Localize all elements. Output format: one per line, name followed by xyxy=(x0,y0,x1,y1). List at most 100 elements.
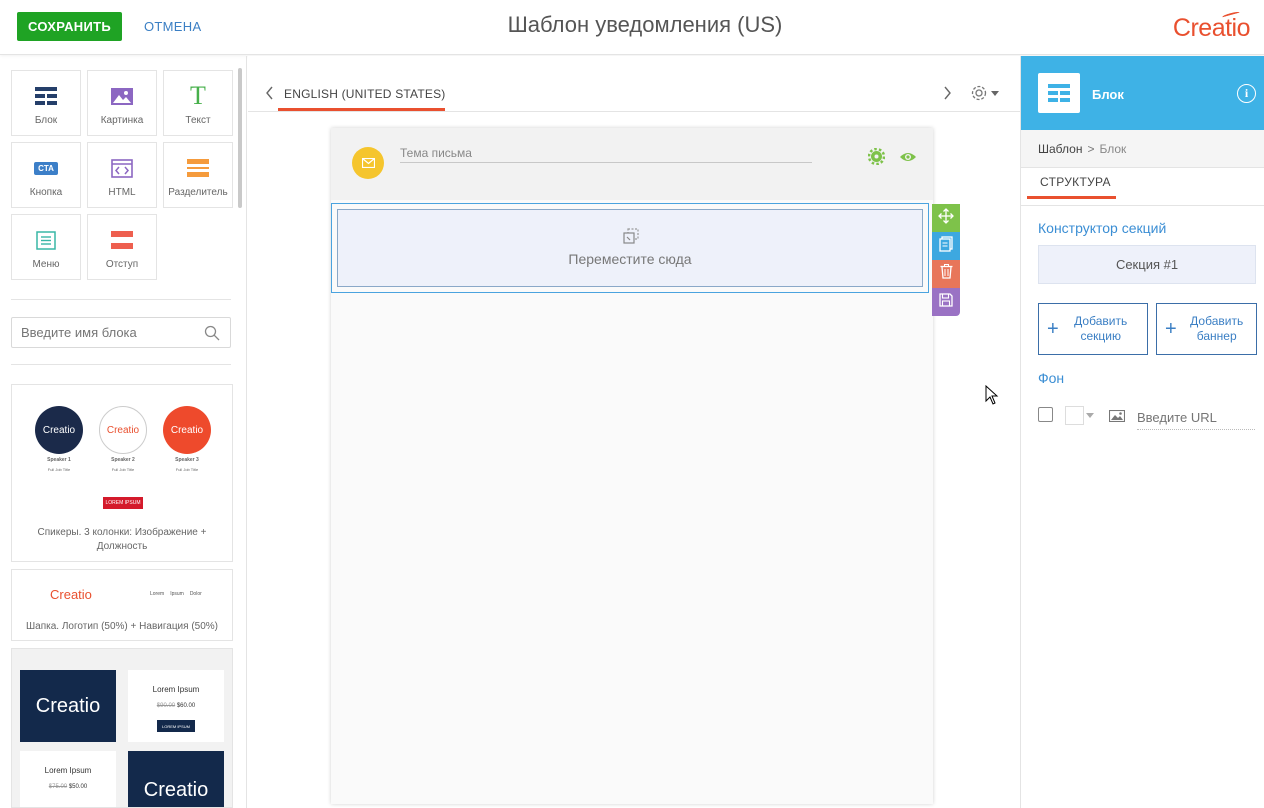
speaker-name: Speaker 1 xyxy=(47,457,71,463)
block-tile-label: Разделитель xyxy=(168,187,228,198)
speaker-avatar: Creatio xyxy=(163,406,211,454)
save-block-button[interactable] xyxy=(932,288,960,316)
code-icon xyxy=(111,157,133,179)
divider xyxy=(1021,205,1264,206)
trash-icon xyxy=(940,264,953,284)
drop-zone-text: Переместите сюда xyxy=(568,251,692,267)
language-tabbar: ENGLISH (UNITED STATES) xyxy=(248,56,1020,112)
nav-item: Ipsum xyxy=(170,591,184,597)
drop-zone-inner[interactable]: Переместите сюда xyxy=(337,209,923,287)
top-header: СОХРАНИТЬ ОТМЕНА Шаблон уведомления (US)… xyxy=(0,0,1264,55)
subject-underline xyxy=(400,162,812,163)
product-card: Lorem Ipsum $90.00 $60.00 LOREM IPSUM xyxy=(128,670,224,742)
image-icon[interactable] xyxy=(1108,409,1126,427)
search-icon[interactable] xyxy=(204,325,220,346)
old-price: $75.00 xyxy=(48,784,68,790)
block-tile-label: HTML xyxy=(108,187,136,198)
chevron-right-icon[interactable] xyxy=(943,86,952,105)
page-title: Шаблон уведомления (US) xyxy=(507,12,783,37)
chevron-left-icon[interactable] xyxy=(265,86,274,105)
background-label: Фон xyxy=(1038,370,1065,386)
copy-block-button[interactable] xyxy=(932,232,960,260)
speaker-title: Full Job Title xyxy=(47,467,71,472)
template-card-speakers[interactable]: Creatio Creatio Creatio Speaker 1 Speake… xyxy=(11,384,233,562)
block-tile-label: Картинка xyxy=(100,115,144,126)
drop-zone[interactable]: Переместите сюда xyxy=(331,203,929,293)
envelope-icon xyxy=(352,147,384,179)
template-logo: Creatio xyxy=(50,587,92,602)
product-button: LOREM IPSUM xyxy=(157,720,195,732)
tab-structure[interactable]: СТРУКТУРА xyxy=(1040,175,1111,189)
preview-eye-icon[interactable] xyxy=(899,150,917,168)
price: $60.00 xyxy=(176,703,196,709)
block-tile-button[interactable]: CTA Кнопка xyxy=(11,142,81,208)
block-tile-text[interactable]: T Текст xyxy=(163,70,233,136)
divider xyxy=(11,299,231,300)
template-card-header[interactable]: Creatio Lorem Ipsum Dolor Шапка. Логотип… xyxy=(11,569,233,641)
cta-badge: CTA xyxy=(34,161,58,175)
info-icon[interactable]: i xyxy=(1237,84,1256,103)
template-button: LOREM IPSUM xyxy=(103,497,143,509)
add-banner-button[interactable]: + Добавить баннер xyxy=(1156,303,1257,355)
blocks-panel: Блок Картинка T Текст CTA Кнопка HTML Ра… xyxy=(0,56,247,808)
mouse-cursor-icon xyxy=(985,384,999,410)
tab-language-en-us[interactable]: ENGLISH (UNITED STATES) xyxy=(284,87,446,101)
subject-input[interactable]: Тема письма xyxy=(400,146,472,160)
template-caption: Шапка. Логотип (50%) + Навигация (50%) xyxy=(25,621,219,632)
product-title: Lorem Ipsum xyxy=(152,685,200,694)
block-search-box[interactable] xyxy=(11,317,231,348)
move-block-button[interactable] xyxy=(932,204,960,232)
block-tile-label: Меню xyxy=(32,259,60,270)
block-tile-label: Отступ xyxy=(105,259,139,270)
speaker-name: Speaker 2 xyxy=(111,457,135,463)
product-card: Lorem Ipsum $75.00 $50.00 xyxy=(20,751,116,807)
plus-icon: + xyxy=(1165,317,1177,340)
breadcrumb-template[interactable]: Шаблон xyxy=(1038,142,1082,156)
divider xyxy=(11,364,231,365)
block-tile-menu[interactable]: Меню xyxy=(11,214,81,280)
price: $50.00 xyxy=(68,784,88,790)
active-tab-indicator xyxy=(1027,196,1116,199)
properties-panel: Блок i Шаблон > Блок СТРУКТУРА Конструктор… xyxy=(1020,56,1264,808)
block-tile-image[interactable]: Картинка xyxy=(87,70,157,136)
background-url-field[interactable] xyxy=(1137,409,1255,430)
block-tile-label: Блок xyxy=(34,115,58,126)
template-logo-block: Creatio xyxy=(128,751,224,807)
background-url-input[interactable] xyxy=(1137,410,1255,425)
panel-header: Блок i xyxy=(1021,56,1264,130)
background-checkbox[interactable] xyxy=(1038,407,1053,422)
chevron-down-icon[interactable] xyxy=(1086,413,1094,418)
speaker-title: Full Job Title xyxy=(175,467,199,472)
block-tile-html[interactable]: HTML xyxy=(87,142,157,208)
product-title: Lorem Ipsum xyxy=(44,766,92,775)
section-item[interactable]: Секция #1 xyxy=(1038,245,1256,284)
email-canvas: Тема письма Переместите сюда xyxy=(331,128,960,804)
block-tile-block[interactable]: Блок xyxy=(11,70,81,136)
add-section-button[interactable]: + Добавить секцию xyxy=(1038,303,1148,355)
text-icon: T xyxy=(190,81,206,110)
color-swatch[interactable] xyxy=(1065,406,1084,425)
settings-gear-icon[interactable] xyxy=(867,147,886,170)
speaker-title: Full Job Title xyxy=(111,467,135,472)
breadcrumb-separator: > xyxy=(1087,142,1095,156)
panel-title: Блок xyxy=(1092,87,1124,102)
delete-block-button[interactable] xyxy=(932,260,960,288)
drop-icon xyxy=(623,228,639,249)
cta-icon: CTA xyxy=(34,157,58,179)
block-tile-spacer[interactable]: Отступ xyxy=(87,214,157,280)
product-price-row: $75.00 $50.00 xyxy=(20,784,116,790)
block-tile-divider[interactable]: Разделитель xyxy=(163,142,233,208)
gear-icon[interactable] xyxy=(970,84,1002,107)
product-price-row: $90.00 $60.00 xyxy=(128,703,224,709)
block-search-input[interactable] xyxy=(21,325,196,340)
template-card-products[interactable]: Creatio Lorem Ipsum $90.00 $60.00 LOREM … xyxy=(11,648,233,808)
active-tab-indicator xyxy=(278,108,445,111)
speaker-avatar: Creatio xyxy=(99,406,147,454)
tiles-scrollbar[interactable] xyxy=(238,68,242,208)
speaker-avatar: Creatio xyxy=(35,406,83,454)
spacer-icon xyxy=(111,229,133,251)
menu-icon xyxy=(36,229,56,251)
template-nav: Lorem Ipsum Dolor xyxy=(150,591,202,597)
nav-item: Lorem xyxy=(150,591,165,597)
block-tile-label: Кнопка xyxy=(29,187,63,198)
